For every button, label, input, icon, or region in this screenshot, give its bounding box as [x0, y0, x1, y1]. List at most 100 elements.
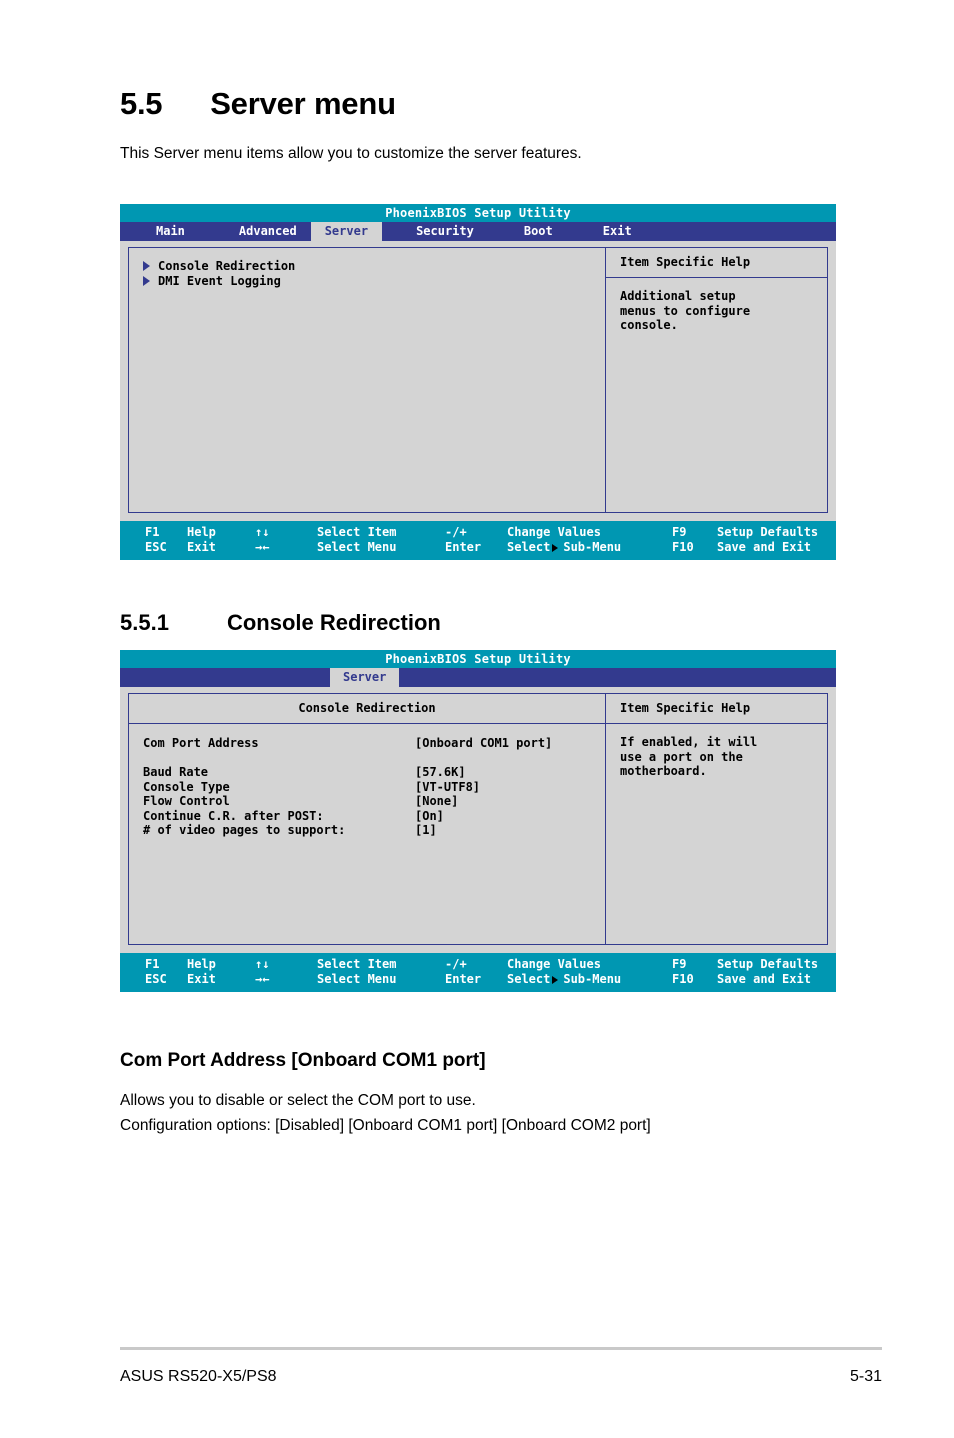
- setting-row-console-type[interactable]: Console Type [VT-UTF8]: [143, 780, 591, 795]
- setting-value: [None]: [415, 794, 459, 808]
- subsection-title: Console Redirection: [226, 610, 441, 635]
- legend-action-help: Help: [187, 525, 216, 539]
- tab-main[interactable]: Main: [142, 222, 199, 241]
- help-line: menus to configure: [620, 303, 751, 318]
- legend-action-help: Help: [187, 957, 216, 971]
- legend-key-f1: F1: [145, 525, 160, 539]
- legend-action-save-and-exit: Save and Exit: [717, 972, 811, 986]
- bios-help-panel: Item Specific Help Additional setup menu…: [606, 248, 827, 512]
- legend-submenu-word: Sub-Menu: [563, 972, 622, 986]
- setting-description-line-2: Configuration options: [Disabled] [Onboa…: [120, 1117, 651, 1134]
- menu-item-label: DMI Event Logging: [158, 273, 281, 288]
- help-panel-body: Additional setup menus to configure cons…: [606, 278, 827, 333]
- legend-key-esc: ESC: [145, 972, 167, 986]
- setting-row-baud-rate[interactable]: Baud Rate [57.6K]: [143, 765, 591, 780]
- manual-page: 5.5 Server menu This Server menu items a…: [0, 0, 954, 1438]
- legend-updown-arrows-icon: ↑↓: [255, 957, 270, 971]
- legend-action-change-values: Change Values: [507, 525, 601, 539]
- legend-key-f10: F10: [672, 972, 694, 986]
- subsection-heading: 5.5.1 Console Redirection: [120, 610, 441, 636]
- bios-utility-title: PhoenixBIOS Setup Utility: [120, 204, 836, 222]
- legend-leftright-arrows-icon: →←: [255, 972, 270, 986]
- legend-select-word: Select: [507, 540, 551, 554]
- footer-product-name: ASUS RS520-X5/PS8: [120, 1368, 277, 1385]
- section-heading: 5.5 Server menu: [120, 86, 396, 122]
- bios-screen-server-menu: PhoenixBIOS Setup Utility Main Advanced …: [120, 204, 836, 560]
- legend-action-exit: Exit: [187, 972, 216, 986]
- legend-select-word: Select: [507, 972, 551, 986]
- legend-key-enter: Enter: [445, 972, 482, 986]
- help-panel-body: If enabled, it will use a port on the mo…: [606, 724, 827, 779]
- footer-divider: [120, 1347, 882, 1350]
- legend-key-minus-plus: -/+: [445, 957, 467, 971]
- bios-item-list: Console Redirection DMI Event Logging: [129, 248, 605, 288]
- menu-item-dmi-event-logging[interactable]: DMI Event Logging: [143, 274, 591, 289]
- bios-settings-list: Com Port Address [Onboard COM1 port] Bau…: [129, 724, 605, 838]
- bios-body: Console Redirection DMI Event Logging It…: [120, 241, 836, 521]
- legend-action-select-menu: Select Menu: [317, 972, 397, 986]
- setting-value: [Onboard COM1 port]: [415, 736, 553, 750]
- legend-updown-arrows-icon: ↑↓: [255, 525, 270, 539]
- tab-security[interactable]: Security: [402, 222, 488, 241]
- bios-body: Console Redirection Com Port Address [On…: [120, 687, 836, 953]
- setting-value: [57.6K]: [415, 765, 466, 779]
- legend-action-select-submenu: Select Sub-Menu: [507, 540, 672, 555]
- menu-item-label: Console Redirection: [158, 259, 296, 273]
- tab-server[interactable]: Server: [310, 222, 383, 241]
- legend-action-setup-defaults: Setup Defaults: [717, 957, 819, 971]
- setting-row-flow-control[interactable]: Flow Control [None]: [143, 794, 591, 809]
- section-title: Server menu: [210, 86, 396, 121]
- tab-exit[interactable]: Exit: [589, 222, 646, 241]
- subsection-number: 5.5.1: [120, 610, 169, 635]
- legend-key-f10: F10: [672, 540, 694, 554]
- bios-menu-bar: Main Advanced Server Security Boot Exit: [120, 222, 836, 241]
- tab-boot[interactable]: Boot: [510, 222, 567, 241]
- setting-spacer: [143, 751, 591, 766]
- bios-utility-title: PhoenixBIOS Setup Utility: [120, 650, 836, 668]
- setting-row-continue-cr-after-post[interactable]: Continue C.R. after POST: [On]: [143, 809, 591, 824]
- bios-key-legend: F1 Help ↑↓ Select Item -/+ Change Values…: [120, 521, 836, 560]
- help-line: Additional setup: [620, 289, 736, 303]
- bios-panels: Console Redirection DMI Event Logging It…: [128, 247, 828, 513]
- submenu-triangle-icon: [552, 976, 559, 984]
- legend-row-2: ESC Exit →← Select Menu Enter Select Sub-…: [120, 972, 836, 987]
- legend-submenu-word: Sub-Menu: [563, 540, 622, 554]
- tab-advanced[interactable]: Advanced: [225, 222, 311, 241]
- bios-settings-panel: Console Redirection Com Port Address [On…: [129, 694, 606, 944]
- bios-help-panel: Item Specific Help If enabled, it will u…: [606, 694, 827, 944]
- footer-page-number: 5-31: [849, 1368, 882, 1385]
- help-line: If enabled, it will: [620, 735, 758, 749]
- setting-label: # of video pages to support:: [143, 823, 346, 837]
- setting-value: [On]: [415, 808, 444, 823]
- legend-action-setup-defaults: Setup Defaults: [717, 525, 819, 539]
- legend-action-select-submenu: Select Sub-Menu: [507, 972, 672, 987]
- submenu-triangle-icon: [143, 261, 150, 272]
- help-line: motherboard.: [620, 764, 707, 778]
- legend-key-minus-plus: -/+: [445, 525, 467, 539]
- setting-label: Console Type: [143, 779, 230, 794]
- legend-action-change-values: Change Values: [507, 957, 601, 971]
- submenu-triangle-icon: [143, 275, 150, 286]
- help-panel-title: Item Specific Help: [606, 248, 827, 278]
- setting-label: Baud Rate: [143, 765, 209, 779]
- legend-row-2: ESC Exit →← Select Menu Enter Select Sub-…: [120, 540, 836, 555]
- legend-action-exit: Exit: [187, 540, 216, 554]
- legend-key-enter: Enter: [445, 540, 482, 554]
- settings-panel-title: Console Redirection: [129, 694, 605, 724]
- legend-row-1: F1 Help ↑↓ Select Item -/+ Change Values…: [120, 525, 836, 540]
- setting-row-com-port-address[interactable]: Com Port Address [Onboard COM1 port]: [143, 736, 591, 751]
- menu-item-console-redirection[interactable]: Console Redirection: [143, 259, 591, 274]
- legend-leftright-arrows-icon: →←: [255, 540, 270, 554]
- legend-key-f1: F1: [145, 957, 160, 971]
- setting-value: [1]: [415, 823, 437, 837]
- bios-panels: Console Redirection Com Port Address [On…: [128, 693, 828, 945]
- help-line: console.: [620, 318, 678, 332]
- section-intro: This Server menu items allow you to cust…: [120, 145, 582, 162]
- help-panel-title: Item Specific Help: [606, 694, 827, 724]
- legend-action-select-item: Select Item: [317, 957, 397, 971]
- help-line: use a port on the: [620, 749, 743, 764]
- setting-row-video-pages-to-support[interactable]: # of video pages to support: [1]: [143, 823, 591, 838]
- legend-action-save-and-exit: Save and Exit: [717, 540, 811, 554]
- tab-server[interactable]: Server: [330, 668, 400, 687]
- bios-key-legend: F1 Help ↑↓ Select Item -/+ Change Values…: [120, 953, 836, 992]
